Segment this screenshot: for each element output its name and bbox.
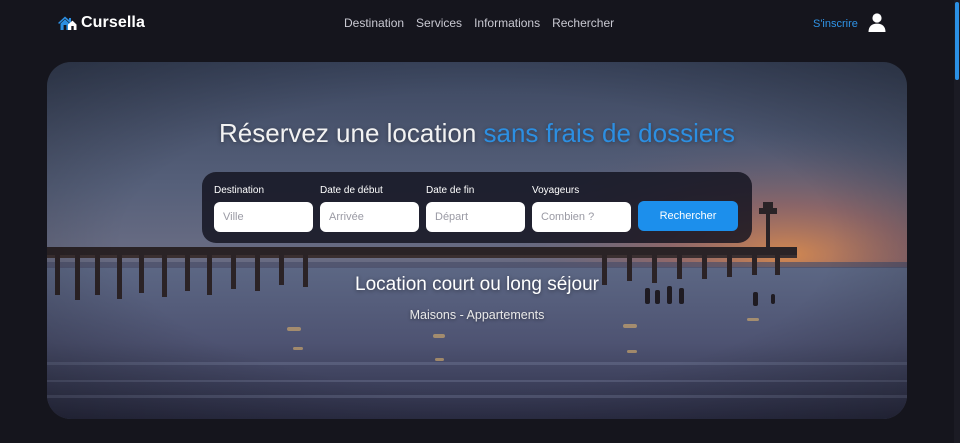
hero-subtitle: Location court ou long séjour — [355, 274, 599, 295]
travelers-input[interactable] — [532, 202, 631, 232]
nav-item-destination[interactable]: Destination — [344, 16, 404, 30]
brand-name: Cursella — [81, 14, 145, 31]
nav-item-services[interactable]: Services — [416, 16, 462, 30]
hero-title-accent: sans frais de dossiers — [483, 118, 735, 148]
hero-title-main: Réservez une location — [219, 118, 477, 148]
signup-link[interactable]: S'inscrire — [813, 18, 858, 30]
end-date-label: Date de fin — [426, 185, 475, 196]
search-form: Destination Date de début Date de fin Vo… — [202, 172, 752, 243]
end-date-field: Date de fin — [426, 184, 525, 232]
start-date-input[interactable] — [320, 202, 419, 232]
end-date-input[interactable] — [426, 202, 525, 232]
top-header: Cursella Destination Services Informatio… — [0, 0, 960, 46]
start-date-label: Date de début — [320, 185, 383, 196]
search-button[interactable]: Rechercher — [638, 201, 738, 231]
destination-label: Destination — [214, 185, 265, 196]
travelers-label: Voyageurs — [532, 185, 580, 196]
destination-input[interactable] — [214, 202, 313, 232]
page-scrollbar[interactable] — [954, 0, 960, 443]
main-nav: Destination Services Informations Recher… — [344, 16, 614, 30]
destination-field: Destination — [214, 184, 313, 232]
user-icon[interactable] — [868, 13, 886, 32]
scrollbar-thumb[interactable] — [955, 2, 959, 80]
nav-item-informations[interactable]: Informations — [474, 16, 540, 30]
hero-banner: Réservez une location sans frais de doss… — [47, 62, 907, 419]
brand-logo[interactable]: Cursella — [57, 12, 145, 34]
start-date-field: Date de début — [320, 184, 419, 232]
nav-item-rechercher[interactable]: Rechercher — [552, 16, 614, 30]
travelers-field: Voyageurs — [532, 184, 631, 232]
hero-title: Réservez une location sans frais de doss… — [47, 118, 907, 149]
hero-caption: Maisons - Appartements — [409, 308, 545, 322]
house-logo-icon — [58, 16, 77, 30]
